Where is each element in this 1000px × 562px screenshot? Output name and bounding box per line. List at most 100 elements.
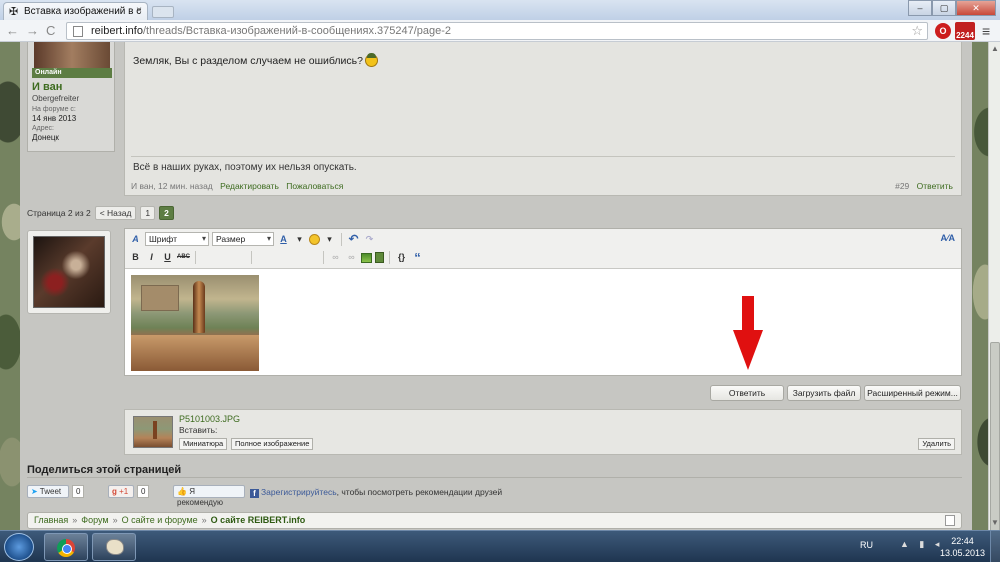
address-label: Адрес: <box>32 125 54 132</box>
post-author-time[interactable]: И ван, 12 мин. назад <box>131 181 213 191</box>
taskbar-paint[interactable] <box>92 533 136 561</box>
show-desktop-button[interactable] <box>990 531 1000 562</box>
breadcrumb-about[interactable]: О сайте и форуме <box>122 515 198 525</box>
edit-link[interactable]: Редактировать <box>220 181 279 191</box>
numbered-list-icon[interactable] <box>273 251 286 264</box>
bullet-list-icon[interactable] <box>257 251 270 264</box>
clock[interactable]: 22:44 13.05.2013 <box>940 535 985 559</box>
new-tab-button[interactable] <box>152 6 174 18</box>
font-select[interactable]: Шрифт <box>145 232 209 246</box>
username-link[interactable]: И ван <box>32 81 62 93</box>
page-label: Страница 2 из 2 <box>27 208 91 218</box>
page-2-button[interactable]: 2 <box>159 206 174 220</box>
breadcrumb-end-icon[interactable] <box>945 515 955 526</box>
insert-image-icon[interactable] <box>361 252 372 263</box>
photo-cartridge <box>193 281 205 333</box>
indent-icon[interactable] <box>305 251 318 264</box>
align-right-icon[interactable] <box>233 251 246 264</box>
soldier-smiley-icon <box>364 53 378 67</box>
prev-page-button[interactable]: < Назад <box>94 206 137 220</box>
toolbar-separator <box>323 251 324 264</box>
photo-board <box>131 335 259 371</box>
breadcrumb-current[interactable]: О сайте REIBERT.info <box>211 515 306 525</box>
site-favicon-icon: ✠ <box>9 6 19 18</box>
language-indicator[interactable]: RU <box>860 540 873 550</box>
current-user-avatar[interactable] <box>27 230 111 314</box>
fb-register-link[interactable]: Зарегистрируйтесь <box>261 487 337 497</box>
breadcrumb-forum[interactable]: Форум <box>81 515 108 525</box>
paint-icon <box>106 539 124 555</box>
insert-media-icon[interactable] <box>375 252 384 263</box>
insert-thumbnail-button[interactable]: Миниатюра <box>179 438 228 450</box>
mail-extension-badge[interactable]: 2244 <box>955 22 975 40</box>
browser-tab[interactable]: ✠ Вставка изображений в с × <box>3 2 148 20</box>
avatar-image <box>33 236 105 308</box>
delete-attachment-button[interactable]: Удалить <box>918 438 955 450</box>
bookmark-star-icon[interactable]: ☆ <box>911 23 923 39</box>
chrome-menu-icon[interactable]: ≡ <box>982 23 990 39</box>
reply-link[interactable]: Ответить <box>917 181 953 191</box>
toolbar-separator <box>341 232 342 246</box>
fb-register-text: f Зарегистрируйтесь, чтобы посмотреть рек… <box>250 487 502 498</box>
bold-icon[interactable]: B <box>129 251 142 264</box>
smiley-dropdown-icon[interactable]: ▾ <box>323 233 336 246</box>
maximize-button[interactable]: ▢ <box>932 0 956 16</box>
gplus-button[interactable]: g +1 <box>108 485 134 498</box>
unlink-icon[interactable]: ∞ <box>345 251 358 264</box>
window-close-button[interactable]: ✕ <box>956 0 996 16</box>
share-divider <box>27 477 962 478</box>
text-color-dropdown-icon[interactable]: ▾ <box>293 233 306 246</box>
redo-icon[interactable]: ↷ <box>363 233 376 246</box>
tweet-button[interactable]: ➤ Tweet <box>27 485 69 498</box>
upload-file-button[interactable]: Загрузить файл <box>787 385 861 401</box>
minimize-button[interactable]: – <box>908 0 932 16</box>
reply-submit-button[interactable]: Ответить <box>710 385 784 401</box>
smiley-icon[interactable] <box>309 233 320 245</box>
page-1-button[interactable]: 1 <box>140 206 156 220</box>
code-icon[interactable]: {} <box>395 251 408 264</box>
undo-icon[interactable]: ↶ <box>347 232 360 246</box>
address-bar[interactable]: reibert.info/threads/Вставка-изображений… <box>66 22 928 40</box>
eraser-icon[interactable]: A <box>129 233 142 246</box>
quote-icon[interactable]: “ <box>411 251 424 264</box>
post-meta-right: #29 Ответить <box>895 181 953 191</box>
outdent-icon[interactable] <box>289 251 302 264</box>
strikethrough-icon[interactable]: ABC <box>177 251 190 264</box>
scroll-down-icon[interactable]: ▼ <box>991 518 999 527</box>
size-select[interactable]: Размер <box>212 232 274 246</box>
text-color-icon[interactable]: A <box>277 233 290 246</box>
underline-icon[interactable]: U <box>161 251 174 264</box>
tray-icons[interactable]: ▲ ▮ ◂ <box>900 539 943 550</box>
tab-bar: ✠ Вставка изображений в с × – ▢ ✕ <box>0 0 1000 20</box>
taskbar-chrome[interactable] <box>44 533 88 561</box>
post-number[interactable]: #29 <box>895 181 909 191</box>
toggle-bbcode-icon[interactable]: A⁄A <box>940 233 955 243</box>
inserted-photo[interactable] <box>131 275 259 371</box>
advanced-mode-button[interactable]: Расширенный режим... <box>864 385 961 401</box>
attachment-thumbnail[interactable] <box>133 416 173 448</box>
insert-full-image-button[interactable]: Полное изображение <box>231 438 314 450</box>
user-avatar[interactable] <box>34 42 110 68</box>
scroll-up-icon[interactable]: ▲ <box>991 44 999 53</box>
reload-icon[interactable]: C <box>46 23 55 38</box>
tab-close-icon[interactable]: × <box>136 5 142 16</box>
report-link[interactable]: Пожаловаться <box>286 181 343 191</box>
align-center-icon[interactable] <box>217 251 230 264</box>
scroll-thumb[interactable] <box>990 342 1000 542</box>
align-left-icon[interactable] <box>201 251 214 264</box>
tweet-count: 0 <box>72 485 85 498</box>
start-button[interactable] <box>4 533 34 561</box>
page-icon <box>73 26 83 37</box>
opera-extension-icon[interactable]: O <box>935 23 951 39</box>
link-icon[interactable]: ∞ <box>329 251 342 264</box>
fb-recommend-button[interactable]: 👍 Я рекомендую <box>173 485 245 507</box>
italic-icon[interactable]: I <box>145 251 158 264</box>
reply-editor[interactable]: A Шрифт Размер A ▾ ▾ ↶ ↷ A⁄A B I U ABC <box>124 228 962 376</box>
gplus-icon: g <box>112 487 117 496</box>
attachment-filename[interactable]: P5101003.JPG <box>179 414 240 424</box>
forward-icon[interactable]: → <box>26 23 39 38</box>
back-icon[interactable]: ← <box>6 23 19 38</box>
breadcrumb-home[interactable]: Главная <box>34 515 68 525</box>
url-domain: reibert.info <box>91 25 143 37</box>
scrollbar[interactable]: ▲ ▼ <box>988 42 1000 542</box>
